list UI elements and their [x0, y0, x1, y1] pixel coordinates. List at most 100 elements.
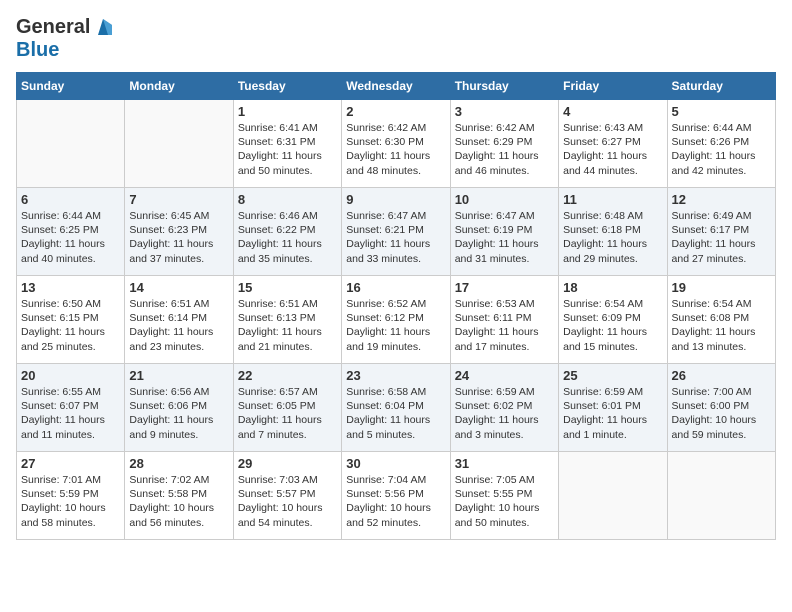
- day-number: 23: [346, 368, 445, 383]
- calendar-cell: 20 Sunrise: 6:55 AM Sunset: 6:07 PM Dayli…: [17, 364, 125, 452]
- calendar-cell: 22 Sunrise: 6:57 AM Sunset: 6:05 PM Dayli…: [233, 364, 341, 452]
- day-info: Sunrise: 6:54 AM Sunset: 6:09 PM Dayligh…: [563, 297, 662, 354]
- day-number: 5: [672, 104, 771, 119]
- day-number: 1: [238, 104, 337, 119]
- calendar-cell: 16 Sunrise: 6:52 AM Sunset: 6:12 PM Dayli…: [342, 276, 450, 364]
- day-info: Sunrise: 6:44 AM Sunset: 6:26 PM Dayligh…: [672, 121, 771, 178]
- day-number: 11: [563, 192, 662, 207]
- day-info: Sunrise: 6:41 AM Sunset: 6:31 PM Dayligh…: [238, 121, 337, 178]
- day-info: Sunrise: 6:54 AM Sunset: 6:08 PM Dayligh…: [672, 297, 771, 354]
- day-header-sunday: Sunday: [17, 73, 125, 100]
- day-number: 22: [238, 368, 337, 383]
- calendar-table: SundayMondayTuesdayWednesdayThursdayFrid…: [16, 72, 776, 540]
- day-number: 19: [672, 280, 771, 295]
- day-info: Sunrise: 6:59 AM Sunset: 6:02 PM Dayligh…: [455, 385, 554, 442]
- day-number: 13: [21, 280, 120, 295]
- day-info: Sunrise: 7:05 AM Sunset: 5:55 PM Dayligh…: [455, 473, 554, 530]
- day-info: Sunrise: 7:02 AM Sunset: 5:58 PM Dayligh…: [129, 473, 228, 530]
- calendar-cell: 17 Sunrise: 6:53 AM Sunset: 6:11 PM Dayli…: [450, 276, 558, 364]
- day-info: Sunrise: 6:47 AM Sunset: 6:19 PM Dayligh…: [455, 209, 554, 266]
- calendar-cell: 26 Sunrise: 7:00 AM Sunset: 6:00 PM Dayli…: [667, 364, 775, 452]
- day-number: 3: [455, 104, 554, 119]
- day-info: Sunrise: 7:01 AM Sunset: 5:59 PM Dayligh…: [21, 473, 120, 530]
- calendar-cell: 5 Sunrise: 6:44 AM Sunset: 6:26 PM Daylig…: [667, 100, 775, 188]
- day-number: 15: [238, 280, 337, 295]
- day-info: Sunrise: 6:48 AM Sunset: 6:18 PM Dayligh…: [563, 209, 662, 266]
- day-number: 31: [455, 456, 554, 471]
- calendar-cell: 15 Sunrise: 6:51 AM Sunset: 6:13 PM Dayli…: [233, 276, 341, 364]
- calendar-week-row: 6Sunrise: 6:44 AM Sunset: 6:25 PM Daylig…: [17, 188, 776, 276]
- day-number: 29: [238, 456, 337, 471]
- day-number: 4: [563, 104, 662, 119]
- day-info: Sunrise: 6:42 AM Sunset: 6:30 PM Dayligh…: [346, 121, 445, 178]
- day-number: 9: [346, 192, 445, 207]
- calendar-cell: 19 Sunrise: 6:54 AM Sunset: 6:08 PM Dayli…: [667, 276, 775, 364]
- calendar-header-row: SundayMondayTuesdayWednesdayThursdayFrid…: [17, 73, 776, 100]
- day-info: Sunrise: 6:51 AM Sunset: 6:14 PM Dayligh…: [129, 297, 228, 354]
- day-info: Sunrise: 7:03 AM Sunset: 5:57 PM Dayligh…: [238, 473, 337, 530]
- calendar-cell: 12Sunrise: 6:49 AM Sunset: 6:17 PM Dayli…: [667, 188, 775, 276]
- calendar-cell: 6Sunrise: 6:44 AM Sunset: 6:25 PM Daylig…: [17, 188, 125, 276]
- calendar-cell: 28 Sunrise: 7:02 AM Sunset: 5:58 PM Dayli…: [125, 452, 233, 540]
- day-info: Sunrise: 6:49 AM Sunset: 6:17 PM Dayligh…: [672, 209, 771, 266]
- day-info: Sunrise: 6:50 AM Sunset: 6:15 PM Dayligh…: [21, 297, 120, 354]
- day-info: Sunrise: 7:00 AM Sunset: 6:00 PM Dayligh…: [672, 385, 771, 442]
- day-info: Sunrise: 6:51 AM Sunset: 6:13 PM Dayligh…: [238, 297, 337, 354]
- day-info: Sunrise: 6:55 AM Sunset: 6:07 PM Dayligh…: [21, 385, 120, 442]
- day-info: Sunrise: 6:53 AM Sunset: 6:11 PM Dayligh…: [455, 297, 554, 354]
- calendar-week-row: 20 Sunrise: 6:55 AM Sunset: 6:07 PM Dayli…: [17, 364, 776, 452]
- day-info: Sunrise: 6:57 AM Sunset: 6:05 PM Dayligh…: [238, 385, 337, 442]
- day-info: Sunrise: 6:45 AM Sunset: 6:23 PM Dayligh…: [129, 209, 228, 266]
- day-number: 27: [21, 456, 120, 471]
- day-number: 10: [455, 192, 554, 207]
- day-number: 16: [346, 280, 445, 295]
- day-header-saturday: Saturday: [667, 73, 775, 100]
- day-number: 8: [238, 192, 337, 207]
- calendar-cell: [559, 452, 667, 540]
- calendar-cell: 13 Sunrise: 6:50 AM Sunset: 6:15 PM Dayli…: [17, 276, 125, 364]
- day-number: 25: [563, 368, 662, 383]
- day-number: 17: [455, 280, 554, 295]
- day-info: Sunrise: 6:52 AM Sunset: 6:12 PM Dayligh…: [346, 297, 445, 354]
- day-number: 2: [346, 104, 445, 119]
- day-header-monday: Monday: [125, 73, 233, 100]
- day-number: 24: [455, 368, 554, 383]
- day-number: 26: [672, 368, 771, 383]
- calendar-cell: 10 Sunrise: 6:47 AM Sunset: 6:19 PM Dayli…: [450, 188, 558, 276]
- calendar-cell: 9 Sunrise: 6:47 AM Sunset: 6:21 PM Daylig…: [342, 188, 450, 276]
- calendar-cell: 25 Sunrise: 6:59 AM Sunset: 6:01 PM Dayli…: [559, 364, 667, 452]
- day-number: 20: [21, 368, 120, 383]
- logo-blue: Blue: [16, 39, 59, 61]
- calendar-cell: 2 Sunrise: 6:42 AM Sunset: 6:30 PM Daylig…: [342, 100, 450, 188]
- calendar-cell: 29 Sunrise: 7:03 AM Sunset: 5:57 PM Dayli…: [233, 452, 341, 540]
- calendar-cell: 8 Sunrise: 6:46 AM Sunset: 6:22 PM Daylig…: [233, 188, 341, 276]
- calendar-cell: 3 Sunrise: 6:42 AM Sunset: 6:29 PM Daylig…: [450, 100, 558, 188]
- day-info: Sunrise: 6:47 AM Sunset: 6:21 PM Dayligh…: [346, 209, 445, 266]
- day-header-wednesday: Wednesday: [342, 73, 450, 100]
- calendar-cell: 18 Sunrise: 6:54 AM Sunset: 6:09 PM Dayli…: [559, 276, 667, 364]
- day-info: Sunrise: 6:56 AM Sunset: 6:06 PM Dayligh…: [129, 385, 228, 442]
- day-info: Sunrise: 6:46 AM Sunset: 6:22 PM Dayligh…: [238, 209, 337, 266]
- day-info: Sunrise: 6:59 AM Sunset: 6:01 PM Dayligh…: [563, 385, 662, 442]
- day-number: 18: [563, 280, 662, 295]
- day-number: 21: [129, 368, 228, 383]
- calendar-cell: 1 Sunrise: 6:41 AM Sunset: 6:31 PM Daylig…: [233, 100, 341, 188]
- calendar-cell: 21 Sunrise: 6:56 AM Sunset: 6:06 PM Dayli…: [125, 364, 233, 452]
- day-info: Sunrise: 7:04 AM Sunset: 5:56 PM Dayligh…: [346, 473, 445, 530]
- calendar-week-row: 27 Sunrise: 7:01 AM Sunset: 5:59 PM Dayli…: [17, 452, 776, 540]
- day-number: 7: [129, 192, 228, 207]
- calendar-cell: 7 Sunrise: 6:45 AM Sunset: 6:23 PM Daylig…: [125, 188, 233, 276]
- calendar-cell: 11 Sunrise: 6:48 AM Sunset: 6:18 PM Dayli…: [559, 188, 667, 276]
- day-info: Sunrise: 6:58 AM Sunset: 6:04 PM Dayligh…: [346, 385, 445, 442]
- calendar-cell: [125, 100, 233, 188]
- day-number: 6: [21, 192, 120, 207]
- calendar-cell: 14 Sunrise: 6:51 AM Sunset: 6:14 PM Dayli…: [125, 276, 233, 364]
- calendar-week-row: 13 Sunrise: 6:50 AM Sunset: 6:15 PM Dayli…: [17, 276, 776, 364]
- calendar-week-row: 1 Sunrise: 6:41 AM Sunset: 6:31 PM Daylig…: [17, 100, 776, 188]
- day-number: 28: [129, 456, 228, 471]
- calendar-cell: 30Sunrise: 7:04 AM Sunset: 5:56 PM Dayli…: [342, 452, 450, 540]
- calendar-cell: 24 Sunrise: 6:59 AM Sunset: 6:02 PM Dayli…: [450, 364, 558, 452]
- day-info: Sunrise: 6:43 AM Sunset: 6:27 PM Dayligh…: [563, 121, 662, 178]
- day-number: 14: [129, 280, 228, 295]
- day-info: Sunrise: 6:42 AM Sunset: 6:29 PM Dayligh…: [455, 121, 554, 178]
